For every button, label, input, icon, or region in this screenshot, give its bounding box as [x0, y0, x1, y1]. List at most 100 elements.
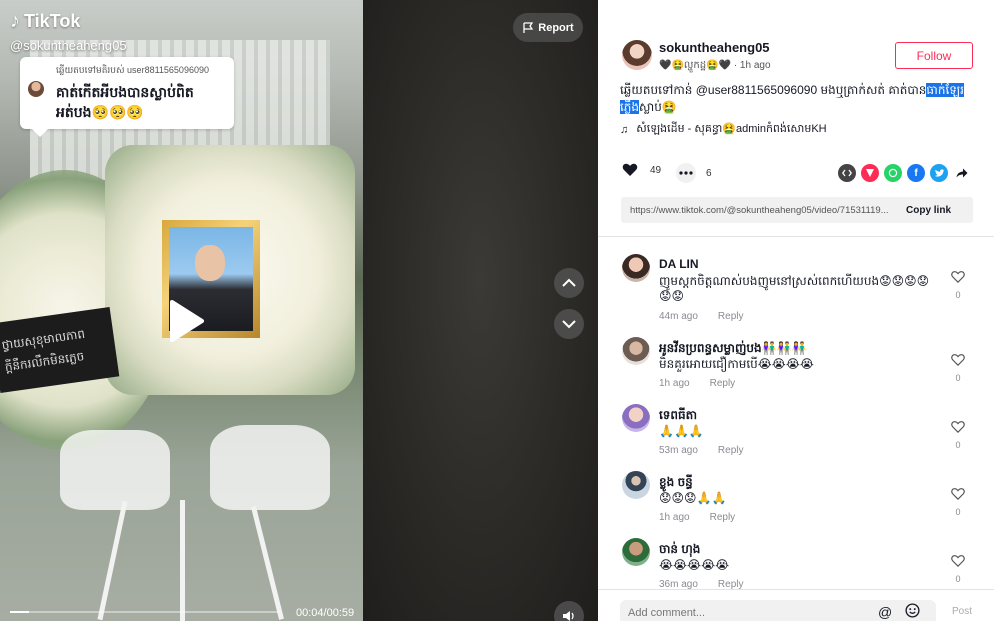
- music-info[interactable]: ♫ សំឡេងដើម - សុគន្ធា🤮adminកំពង់សោមKH: [620, 122, 827, 138]
- commenter-avatar[interactable]: [622, 538, 650, 566]
- heart-outline-icon: [951, 354, 965, 366]
- comment-time: 53m ago: [659, 445, 698, 456]
- commenter-name[interactable]: DA LIN: [659, 257, 699, 271]
- flag-icon: [523, 21, 534, 33]
- commenter-name[interactable]: ខ្លូង ចន្ធី: [659, 474, 693, 492]
- comment-list[interactable]: DA LIN ញូមស្តកចិត្តណាស់បងញូមនៅស្រស់ពេកហើ…: [598, 237, 994, 589]
- play-icon: [170, 300, 204, 342]
- comment-meta: 36m ago Reply: [659, 579, 744, 589]
- commenter-name[interactable]: អូនវីនប្រពន្ធសម្លាញ់បង👫👫👫: [659, 340, 806, 358]
- comment-like-button[interactable]: [949, 353, 967, 371]
- reply-text: គាត់កើតអីបងបានស្លាប់ពិតអត់បង🥺🥺🥺: [56, 84, 194, 120]
- stand-leg: [180, 500, 185, 621]
- post-button[interactable]: Post: [952, 606, 972, 617]
- comment-text: មិនគួរអោយជឿកាមបើ😭😭😭😭: [659, 357, 814, 371]
- comment-meta: 1h ago Reply: [659, 512, 735, 523]
- twitter-icon[interactable]: [930, 164, 948, 182]
- reply-comment-card: ឆ្លើយតបទៅមតិរបស់ user8811565096090 គាត់ក…: [20, 57, 234, 137]
- play-button[interactable]: [166, 298, 206, 344]
- comment-like-count: 0: [955, 290, 961, 300]
- commenter-avatar[interactable]: [622, 254, 650, 282]
- comment-text: 🙏🙏🙏: [659, 424, 704, 438]
- comment-like-count: 0: [955, 440, 961, 450]
- embed-icon[interactable]: [838, 164, 856, 182]
- facebook-icon[interactable]: f: [907, 164, 925, 182]
- comment-like-button[interactable]: [949, 420, 967, 438]
- reply-to-label: ឆ្លើយតបទៅមតិរបស់ user8811565096090: [56, 65, 209, 75]
- heart-outline-icon: [951, 271, 965, 283]
- commenter-avatar[interactable]: [622, 404, 650, 432]
- caption-middle: មងឬត្រាក់សត់ គាត់បាន: [820, 83, 927, 97]
- progress-bar[interactable]: [10, 611, 280, 613]
- author-nickname: 🖤🤮ល្ហួកដ្ឋ🤮🖤: [659, 60, 732, 71]
- heart-icon: [622, 163, 638, 176]
- commenter-name[interactable]: ចាន់ ហុង: [659, 541, 700, 559]
- reply-button[interactable]: Reply: [710, 512, 736, 523]
- reply-avatar: [28, 81, 44, 97]
- comment-like-count: 0: [955, 373, 961, 383]
- tiktok-wordmark: TikTok: [24, 11, 81, 31]
- music-title[interactable]: សំឡេងដើម - សុគន្ធា🤮adminកំពង់សោមKH: [636, 122, 826, 138]
- heart-outline-icon: [951, 421, 965, 433]
- next-video-button[interactable]: [554, 309, 584, 339]
- reply-button[interactable]: Reply: [710, 378, 736, 389]
- comment-count-button[interactable]: 6: [676, 163, 712, 183]
- tulle-right: [210, 425, 330, 510]
- video-player[interactable]: ថ្វាយសុខុមាលភាព ក្តីនឹករលឹកមិនភ្លេច ♪ Ti…: [0, 0, 598, 621]
- comment-count: 6: [706, 167, 712, 179]
- tulle-left: [60, 430, 170, 510]
- comment-like-count: 0: [955, 574, 961, 584]
- comment-text: 😭😭😭😭😭: [659, 558, 730, 572]
- reply-card-tail: [32, 129, 48, 137]
- video-link-url[interactable]: https://www.tiktok.com/@sokuntheaheng05/…: [621, 205, 906, 216]
- comment-time: 1h ago: [659, 512, 690, 523]
- video-frame[interactable]: ថ្វាយសុខុមាលភាព ក្តីនឹករលឹកមិនភ្លេច ♪ Ti…: [0, 0, 363, 621]
- heart-outline-icon: [951, 488, 965, 500]
- reply-button[interactable]: Reply: [718, 445, 744, 456]
- author-avatar[interactable]: [622, 40, 652, 70]
- commenter-name[interactable]: ទេពធីតា: [659, 407, 697, 425]
- stand-leg: [97, 500, 128, 621]
- link-box: https://www.tiktok.com/@sokuntheaheng05/…: [621, 197, 973, 223]
- commenter-avatar[interactable]: [622, 471, 650, 499]
- comment-like-button[interactable]: [949, 270, 967, 288]
- author-username[interactable]: sokuntheaheng05: [659, 40, 770, 55]
- follow-button[interactable]: Follow: [895, 42, 973, 69]
- previous-video-button[interactable]: [554, 268, 584, 298]
- share-arrow-icon[interactable]: [953, 164, 971, 182]
- report-label: Report: [538, 21, 574, 34]
- stand-leg: [251, 506, 284, 620]
- reply-button[interactable]: Reply: [718, 311, 744, 322]
- caption-prefix: ឆ្លើយតបទៅកាន់: [620, 83, 693, 97]
- comment-text: 😟😟😟🙏🙏: [659, 491, 727, 505]
- caption-mention[interactable]: @user8811565096090: [696, 83, 817, 97]
- comment-like-count: 0: [955, 507, 961, 517]
- mention-icon[interactable]: @: [878, 604, 892, 620]
- progress-fill: [10, 611, 29, 613]
- comment-like-button[interactable]: [949, 554, 967, 572]
- like-count: 49: [650, 164, 662, 176]
- reply-button[interactable]: Reply: [718, 579, 744, 589]
- emoji-icon[interactable]: [905, 603, 920, 621]
- video-time: 00:04/00:59: [296, 607, 355, 619]
- report-button[interactable]: Report: [513, 13, 583, 42]
- comment-meta: 53m ago Reply: [659, 445, 744, 456]
- post-time: 1h ago: [739, 60, 771, 71]
- chevron-down-icon: [562, 320, 576, 329]
- commenter-avatar[interactable]: [622, 337, 650, 365]
- send-icon[interactable]: [861, 164, 879, 182]
- caption-suffix: ស្លាប់🤮: [639, 100, 677, 114]
- whatsapp-icon[interactable]: [884, 164, 902, 182]
- comment-time: 36m ago: [659, 579, 698, 589]
- tiktok-logo: ♪ TikTok: [10, 10, 80, 33]
- chevron-up-icon: [562, 278, 576, 287]
- like-button[interactable]: 49: [622, 163, 661, 177]
- info-panel: sokuntheaheng05 🖤🤮ល្ហួកដ្ឋ🤮🖤 · 1h ago Fo…: [598, 0, 994, 621]
- comment-like-button[interactable]: [949, 487, 967, 505]
- volume-icon: [563, 611, 574, 621]
- comment-footer: @ Post: [598, 589, 994, 621]
- comment-time: 44m ago: [659, 311, 698, 322]
- watermark-username: @sokuntheaheng05: [10, 38, 127, 53]
- copy-link-button[interactable]: Copy link: [906, 205, 951, 216]
- comment-meta: 44m ago Reply: [659, 311, 744, 322]
